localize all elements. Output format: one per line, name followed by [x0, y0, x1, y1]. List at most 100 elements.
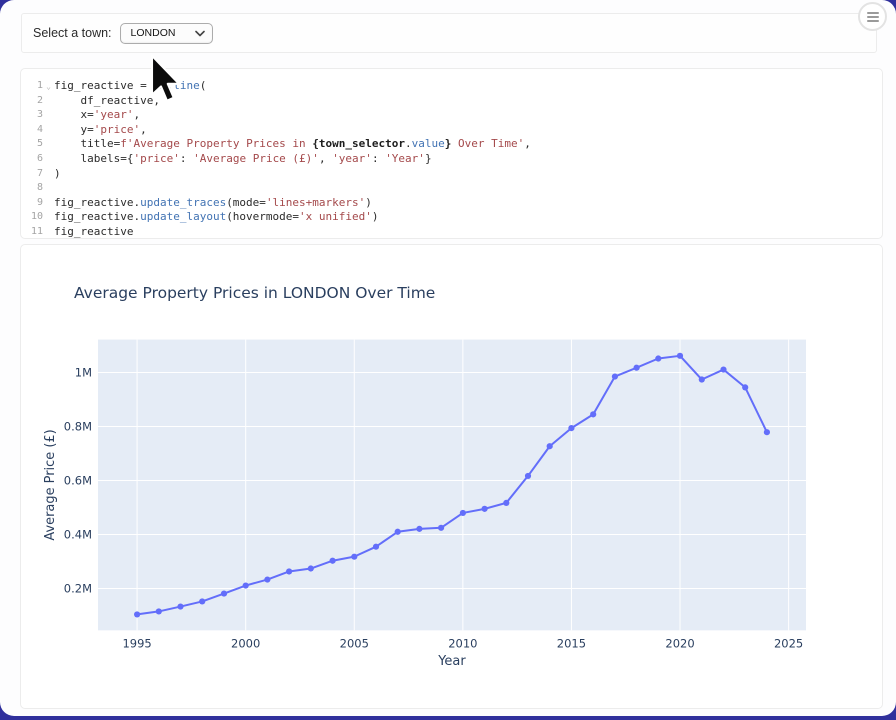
fold-spacer: [43, 167, 54, 182]
fold-spacer: [43, 181, 54, 196]
line-number: 1: [21, 79, 43, 94]
town-dropdown[interactable]: LONDON: [120, 23, 213, 44]
x-tick-label: 1995: [122, 636, 151, 650]
line-number: 11: [21, 225, 43, 239]
data-point-marker[interactable]: [243, 582, 249, 588]
data-point-marker[interactable]: [395, 529, 401, 535]
data-point-marker[interactable]: [351, 554, 357, 560]
data-point-marker[interactable]: [503, 500, 509, 506]
data-point-marker[interactable]: [286, 568, 292, 574]
code-text: fig_reactive = px.line(: [54, 79, 206, 94]
fold-spacer: [43, 94, 54, 109]
fold-spacer: [43, 196, 54, 211]
data-point-marker[interactable]: [330, 558, 336, 564]
fold-spacer: [43, 210, 54, 225]
data-point-marker[interactable]: [525, 473, 531, 479]
code-text: labels={'price': 'Average Price (£)', 'y…: [54, 152, 432, 167]
data-point-marker[interactable]: [482, 506, 488, 512]
x-tick-label: 2025: [774, 636, 803, 650]
notebook-menu-button[interactable]: [858, 2, 887, 31]
code-line[interactable]: 1⌄fig_reactive = px.line(: [21, 79, 882, 94]
fold-spacer: [43, 123, 54, 138]
town-dropdown-value: LONDON: [131, 27, 176, 39]
line-number: 7: [21, 167, 43, 182]
x-tick-label: 2010: [448, 636, 477, 650]
line-number: 8: [21, 181, 43, 196]
town-selector-cell: Select a town: LONDON: [21, 13, 877, 53]
x-tick-label: 2005: [340, 636, 369, 650]
line-number: 10: [21, 210, 43, 225]
data-point-marker[interactable]: [177, 603, 183, 609]
y-axis-title: Average Price (£): [43, 429, 58, 540]
code-line[interactable]: 11 fig_reactive: [21, 225, 882, 239]
code-text: x='year',: [54, 108, 140, 123]
notebook-page: Select a town: LONDON 1⌄fig_reactive = p…: [0, 0, 896, 716]
chart-title: Average Property Prices in LONDON Over T…: [74, 284, 435, 302]
data-point-marker[interactable]: [373, 544, 379, 550]
data-point-marker[interactable]: [677, 353, 683, 359]
line-number: 5: [21, 137, 43, 152]
x-tick-label: 2000: [231, 636, 260, 650]
data-point-marker[interactable]: [634, 365, 640, 371]
data-point-marker[interactable]: [199, 598, 205, 604]
property-price-line-chart[interactable]: 19952000200520102015202020250.2M0.4M0.6M…: [21, 245, 882, 708]
data-point-marker[interactable]: [590, 411, 596, 417]
code-text: fig_reactive.update_layout(hovermode='x …: [54, 210, 379, 225]
y-tick-label: 1M: [75, 366, 92, 380]
fold-spacer: [43, 108, 54, 123]
code-line[interactable]: 9 fig_reactive.update_traces(mode='lines+…: [21, 196, 882, 211]
code-text: ): [54, 167, 61, 182]
code-line[interactable]: 10 fig_reactive.update_layout(hovermode='…: [21, 210, 882, 225]
code-line[interactable]: 3 x='year',: [21, 108, 882, 123]
app-background: Select a town: LONDON 1⌄fig_reactive = p…: [0, 0, 896, 720]
code-line[interactable]: 8: [21, 181, 882, 196]
code-text: fig_reactive.update_traces(mode='lines+m…: [54, 196, 372, 211]
town-selector-label: Select a town:: [33, 26, 112, 40]
data-point-marker[interactable]: [764, 429, 770, 435]
y-tick-label: 0.2M: [64, 581, 92, 595]
data-point-marker[interactable]: [156, 608, 162, 614]
chevron-down-icon: [195, 30, 205, 37]
fold-spacer: [43, 225, 54, 239]
line-number: 4: [21, 123, 43, 138]
fold-spacer: [43, 152, 54, 167]
code-line[interactable]: 4 y='price',: [21, 123, 882, 138]
code-text: fig_reactive: [54, 225, 133, 239]
data-point-marker[interactable]: [742, 384, 748, 390]
data-point-marker[interactable]: [568, 425, 574, 431]
code-line[interactable]: 7): [21, 167, 882, 182]
x-tick-label: 2020: [665, 636, 694, 650]
data-point-marker[interactable]: [547, 443, 553, 449]
code-text: y='price',: [54, 123, 147, 138]
code-text: df_reactive,: [54, 94, 160, 109]
hamburger-menu-icon: [867, 12, 879, 14]
data-point-marker[interactable]: [438, 525, 444, 531]
line-number: 2: [21, 94, 43, 109]
code-line[interactable]: 5 title=f'Average Property Prices in {to…: [21, 137, 882, 152]
data-point-marker[interactable]: [460, 510, 466, 516]
data-point-marker[interactable]: [134, 611, 140, 617]
data-point-marker[interactable]: [308, 565, 314, 571]
data-point-marker[interactable]: [699, 376, 705, 382]
y-tick-label: 0.4M: [64, 528, 92, 542]
chart-output-cell: 19952000200520102015202020250.2M0.4M0.6M…: [20, 244, 883, 709]
data-point-marker[interactable]: [221, 591, 227, 597]
fold-arrow-icon[interactable]: ⌄: [43, 79, 54, 94]
x-axis-title: Year: [437, 654, 466, 669]
code-line[interactable]: 2 df_reactive,: [21, 94, 882, 109]
plot-area[interactable]: [98, 340, 806, 631]
data-point-marker[interactable]: [416, 526, 422, 532]
x-tick-label: 2015: [557, 636, 586, 650]
data-point-marker[interactable]: [655, 355, 661, 361]
code-line[interactable]: 6 labels={'price': 'Average Price (£)', …: [21, 152, 882, 167]
y-tick-label: 0.8M: [64, 420, 92, 434]
data-point-marker[interactable]: [612, 373, 618, 379]
code-editor-cell[interactable]: 1⌄fig_reactive = px.line(2 df_reactive,3…: [20, 68, 883, 239]
fold-spacer: [43, 137, 54, 152]
line-number: 3: [21, 108, 43, 123]
line-number: 9: [21, 196, 43, 211]
code-text: title=f'Average Property Prices in {town…: [54, 137, 531, 152]
data-point-marker[interactable]: [720, 366, 726, 372]
data-point-marker[interactable]: [264, 576, 270, 582]
code-lines: 1⌄fig_reactive = px.line(2 df_reactive,3…: [21, 79, 882, 239]
